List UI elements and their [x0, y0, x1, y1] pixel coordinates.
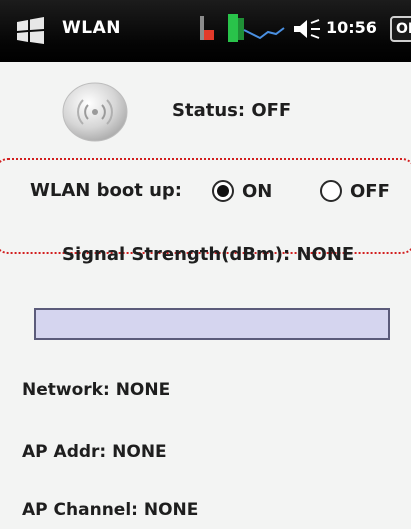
ap-addr-value: NONE [112, 442, 167, 462]
status-line: Status: OFF [172, 100, 291, 121]
boot-on-radio[interactable]: ON [212, 174, 272, 208]
boot-on-label[interactable]: ON [242, 181, 272, 202]
ap-channel-label: AP Channel: [22, 500, 138, 520]
status-bar: WLAN 10:56 OK [0, 0, 411, 62]
signal-strength-line: Signal Strength(dBm): NONE [62, 244, 354, 265]
boot-off-radio[interactable]: OFF [320, 174, 390, 208]
ap-addr-line: AP Addr: NONE [22, 442, 167, 462]
signal-graph-icon[interactable] [226, 12, 286, 46]
network-value: NONE [115, 380, 171, 400]
signal-strength-label: Signal Strength(dBm): [62, 244, 291, 265]
network-line: Network: NONE [22, 380, 170, 400]
clock[interactable]: 10:56 [326, 18, 377, 37]
signal-strength-value: NONE [296, 244, 355, 265]
radio-off-circle[interactable] [320, 180, 342, 202]
ok-button[interactable]: OK [390, 16, 411, 42]
network-label: Network: [22, 380, 110, 400]
status-label: Status: [172, 100, 246, 121]
app-title: WLAN [62, 18, 121, 38]
signal-strength-bar [34, 308, 390, 340]
app-tray-icon[interactable] [196, 12, 222, 46]
ap-channel-line: AP Channel: NONE [22, 500, 198, 520]
radio-on-circle[interactable] [212, 180, 234, 202]
wlan-panel: Status: OFF WLAN boot up: ON OFF Signal … [0, 62, 411, 529]
boot-off-label[interactable]: OFF [350, 181, 390, 202]
volume-icon[interactable] [292, 16, 322, 42]
radio-selected-dot [217, 185, 229, 197]
ap-addr-label: AP Addr: [22, 442, 107, 462]
boot-up-label: WLAN boot up: [30, 180, 182, 201]
wifi-radio-icon[interactable] [60, 80, 130, 144]
ap-channel-value: NONE [143, 500, 199, 520]
windows-start-icon[interactable] [14, 16, 48, 46]
status-value: OFF [251, 100, 292, 121]
